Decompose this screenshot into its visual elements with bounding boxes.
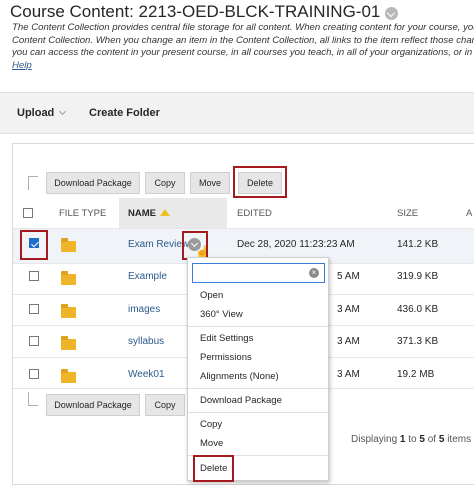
pager-total: 5 (438, 434, 445, 445)
description-line-1: The Content Collection provides central … (12, 22, 474, 33)
column-file-type[interactable]: FILE TYPE (59, 198, 106, 228)
menu-item-permissions[interactable]: Permissions (200, 352, 252, 363)
menu-item-open[interactable]: Open (200, 290, 223, 301)
column-size[interactable]: SIZE (397, 198, 418, 228)
copy-button-bottom[interactable]: Copy (145, 394, 185, 416)
description-line-2: Content Collection. When you change an i… (12, 34, 474, 46)
row-checkbox-images[interactable] (29, 304, 39, 314)
page-title: Course Content: 2213-OED-BLCK-TRAINING-0… (10, 2, 399, 22)
row-edited-exam-review: Dec 28, 2020 11:23:23 AM (237, 239, 355, 250)
row-name-exam-review[interactable]: Exam Review (128, 239, 189, 250)
menu-item-download-package[interactable]: Download Package (200, 395, 282, 406)
pager-of-word: of (427, 434, 437, 445)
select-all-checkbox[interactable] (23, 208, 33, 218)
row-size-example: 319.9 KB (397, 271, 439, 282)
create-folder-button[interactable]: Create Folder (89, 107, 160, 119)
page-title-text: Course Content: 2213-OED-BLCK-TRAINING-0… (10, 2, 381, 21)
row-name-images[interactable]: images (128, 304, 160, 315)
folder-icon (61, 336, 76, 350)
row-edited-syllabus: 3 AM (337, 336, 360, 347)
column-edited[interactable]: EDITED (237, 198, 272, 228)
row-name-example[interactable]: Example (128, 271, 167, 282)
row-checkbox-example[interactable] (29, 271, 39, 281)
page-description: The Content Collection provides central … (12, 22, 474, 72)
download-package-button-bottom[interactable]: Download Package (46, 394, 140, 416)
delete-button-highlight (233, 166, 287, 198)
row-size-images: 436.0 KB (397, 304, 439, 315)
upload-label: Upload (17, 107, 55, 119)
folder-icon (61, 304, 76, 318)
column-name[interactable]: NAME (119, 198, 227, 228)
pager-suffix: items (447, 434, 472, 445)
row-name-syllabus[interactable]: syllabus (128, 336, 164, 347)
row-checkbox-week01[interactable] (29, 369, 39, 379)
menu-divider (188, 412, 328, 413)
menu-item-move[interactable]: Move (200, 438, 223, 449)
clear-icon[interactable]: × (309, 268, 319, 278)
item-options-menu: × Open 360° View Edit Settings Permissio… (187, 257, 329, 481)
row-checkbox-syllabus[interactable] (29, 336, 39, 346)
title-options-icon[interactable] (385, 6, 399, 20)
pagination-summary: Displaying 1 to 5 of 5 items (351, 434, 471, 445)
menu-divider (188, 326, 328, 327)
row-edited-week01: 3 AM (337, 369, 360, 380)
menu-item-edit-settings[interactable]: Edit Settings (200, 333, 253, 344)
menu-item-copy[interactable]: Copy (200, 419, 222, 430)
download-package-button[interactable]: Download Package (46, 172, 140, 194)
description-line-3: you can access the content in your prese… (12, 47, 474, 59)
pager-to-word: to (408, 434, 417, 445)
menu-item-360-view[interactable]: 360° View (200, 309, 243, 320)
row-size-exam-review: 141.2 KB (397, 239, 439, 250)
row-edited-example: 5 AM (337, 271, 360, 282)
column-name-label: NAME (128, 207, 156, 219)
pager-to: 5 (419, 434, 425, 445)
menu-search-input[interactable]: × (192, 263, 325, 283)
selection-bracket-icon (28, 392, 38, 406)
folder-icon (61, 369, 76, 383)
menu-item-alignments[interactable]: Alignments (None) (200, 371, 279, 382)
row-size-syllabus: 371.3 KB (397, 336, 439, 347)
row-name-week01[interactable]: Week01 (128, 369, 165, 380)
row-edited-images: 3 AM (337, 304, 360, 315)
column-extra[interactable]: A (466, 198, 472, 228)
sort-ascending-icon (159, 208, 170, 216)
menu-divider (188, 388, 328, 389)
action-bar: Upload Create Folder (0, 92, 474, 134)
help-link[interactable]: Help (12, 60, 32, 71)
folder-icon (61, 238, 76, 252)
menu-delete-highlight (193, 455, 234, 482)
copy-button[interactable]: Copy (145, 172, 185, 194)
pager-prefix: Displaying (351, 434, 398, 445)
upload-menu[interactable]: Upload (17, 107, 67, 119)
move-button[interactable]: Move (190, 172, 230, 194)
folder-icon (61, 271, 76, 285)
row-checkbox-highlight (20, 230, 48, 260)
pager-from: 1 (399, 434, 406, 445)
selection-bracket-icon (28, 176, 38, 190)
row-size-week01: 19.2 MB (397, 369, 435, 380)
chevron-down-icon (59, 107, 67, 116)
